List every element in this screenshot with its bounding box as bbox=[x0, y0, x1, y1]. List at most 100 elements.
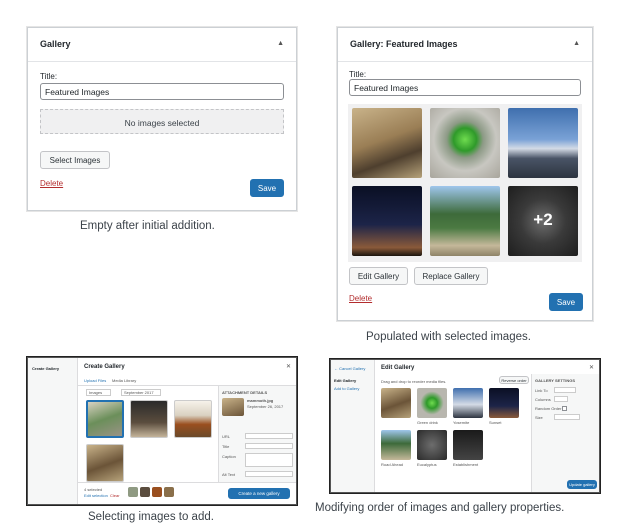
panel-header[interactable]: Gallery ▲ bbox=[28, 28, 296, 62]
gallery-thumb-bison[interactable] bbox=[381, 388, 411, 418]
thumb-caption[interactable]: Yosemite bbox=[453, 420, 469, 425]
modal-sidebar: ← Cancel Gallery Edit Gallery Add to Gal… bbox=[331, 360, 375, 492]
caption-populated: Populated with selected images. bbox=[366, 331, 531, 343]
selection-thumb-2 bbox=[140, 487, 150, 497]
sidebar-add-to-gallery[interactable]: Add to Gallery bbox=[334, 386, 359, 391]
gallery-thumb-mountain[interactable] bbox=[453, 388, 483, 418]
empty-text: No images selected bbox=[124, 118, 200, 128]
forest-road-thumbnail[interactable] bbox=[430, 186, 500, 256]
alt-text-label: Alt Text bbox=[222, 472, 236, 477]
gallery-block-populated: Gallery: Featured Images ▲ Title: Featur… bbox=[337, 27, 593, 321]
details-file-date: September 26, 2017 bbox=[247, 404, 284, 409]
orange-thumb-selected[interactable] bbox=[174, 400, 212, 438]
close-icon[interactable]: ✕ bbox=[589, 364, 594, 371]
bison-thumbnail[interactable] bbox=[352, 108, 422, 178]
size-select[interactable] bbox=[554, 414, 580, 420]
save-button[interactable]: Save bbox=[549, 293, 583, 311]
gallery-settings-panel: GALLERY SETTINGS Link To Columns Random … bbox=[531, 374, 599, 492]
bison-thumb-selected[interactable] bbox=[86, 444, 124, 482]
sidebar-edit-gallery[interactable]: Edit Gallery bbox=[334, 378, 356, 383]
caption-empty: Empty after initial addition. bbox=[80, 220, 215, 232]
selection-thumb-1 bbox=[128, 487, 138, 497]
modal-footer: 4 selected Edit selection Clear Create a… bbox=[78, 482, 296, 504]
modal-title: Create Gallery bbox=[84, 364, 125, 370]
title-label: Title: bbox=[349, 70, 367, 79]
green-drink-thumbnail[interactable] bbox=[430, 108, 500, 178]
size-label: Size bbox=[535, 415, 543, 420]
drink-thumb-selected[interactable] bbox=[86, 400, 124, 438]
url-field[interactable] bbox=[245, 433, 293, 439]
edit-gallery-button[interactable]: Edit Gallery bbox=[349, 267, 408, 285]
save-button[interactable]: Save bbox=[250, 179, 284, 197]
title-field[interactable] bbox=[245, 443, 293, 449]
sidebar-create-gallery[interactable]: Create Gallery bbox=[32, 366, 59, 371]
delete-link[interactable]: Delete bbox=[40, 179, 63, 188]
more-images-thumbnail[interactable]: +2 bbox=[508, 186, 578, 256]
update-gallery-button[interactable]: Update gallery bbox=[567, 480, 597, 489]
tab-upload-files[interactable]: Upload Files bbox=[84, 378, 106, 383]
panel-title: Gallery: Featured Images bbox=[350, 39, 458, 49]
link-to-select[interactable] bbox=[554, 387, 576, 393]
gallery-block-empty: Gallery ▲ Title: Featured Images No imag… bbox=[27, 27, 297, 211]
title-input[interactable]: Featured Images bbox=[40, 83, 284, 100]
details-heading: ATTACHMENT DETAILS bbox=[222, 390, 268, 395]
cancel-gallery-link[interactable]: ← Cancel Gallery bbox=[334, 366, 365, 371]
edit-selection-link[interactable]: Edit selection bbox=[84, 493, 108, 498]
link-to-label: Link To bbox=[535, 388, 548, 393]
title-label: Title: bbox=[40, 72, 58, 81]
mountain-thumbnail[interactable] bbox=[508, 108, 578, 178]
random-order-label: Random Order bbox=[535, 406, 562, 411]
selected-count: 4 selected bbox=[84, 487, 103, 492]
thumb-caption[interactable]: Road Ahead bbox=[381, 462, 403, 467]
caption-modifying: Modifying order of images and gallery pr… bbox=[315, 502, 565, 514]
reverse-order-button[interactable]: Reverse order bbox=[499, 376, 529, 384]
title-input[interactable]: Featured Images bbox=[349, 79, 581, 96]
settings-heading: GALLERY SETTINGS bbox=[535, 378, 576, 383]
close-icon[interactable]: ✕ bbox=[286, 363, 291, 370]
thumb-caption[interactable]: Sunset bbox=[489, 420, 501, 425]
panel-header[interactable]: Gallery: Featured Images ▲ bbox=[338, 28, 592, 62]
gallery-thumb-sunset[interactable] bbox=[489, 388, 519, 418]
title-label: Title bbox=[222, 444, 230, 449]
thumb-caption[interactable]: Eucalyptus bbox=[417, 462, 437, 467]
gallery-thumb-eucalyptus[interactable] bbox=[417, 430, 447, 460]
create-gallery-modal: Create Gallery Create Gallery ✕ Upload F… bbox=[27, 357, 297, 505]
details-file-name: mammoth.jpg bbox=[247, 398, 274, 403]
drag-hint: Drag and drop to reorder media files. bbox=[381, 379, 447, 384]
select-images-button[interactable]: Select Images bbox=[40, 151, 110, 169]
thumb-caption[interactable]: Establishment bbox=[453, 462, 478, 467]
gallery-thumb-drink[interactable] bbox=[417, 388, 447, 418]
image-grid: +2 bbox=[348, 104, 582, 262]
details-preview bbox=[222, 398, 244, 416]
collapse-icon[interactable]: ▲ bbox=[277, 40, 284, 47]
empty-dropzone: No images selected bbox=[40, 109, 284, 134]
alt-text-field[interactable] bbox=[245, 471, 293, 477]
selection-thumb-3 bbox=[152, 487, 162, 497]
random-order-checkbox[interactable] bbox=[562, 406, 567, 411]
date-filter[interactable]: September 2017 bbox=[121, 389, 161, 396]
collapse-icon[interactable]: ▲ bbox=[573, 40, 580, 47]
thumb-caption[interactable]: Green drink bbox=[417, 420, 438, 425]
panel-title: Gallery bbox=[40, 39, 71, 49]
more-count-badge: +2 bbox=[533, 210, 553, 229]
gallery-thumb-establishment[interactable] bbox=[453, 430, 483, 460]
tab-media-library[interactable]: Media Library bbox=[112, 378, 136, 383]
columns-label: Columns bbox=[535, 397, 551, 402]
night-sky-thumbnail[interactable] bbox=[352, 186, 422, 256]
modal-sidebar: Create Gallery bbox=[28, 358, 78, 504]
caption-selecting: Selecting images to add. bbox=[88, 511, 214, 523]
replace-gallery-button[interactable]: Replace Gallery bbox=[414, 267, 488, 285]
caption-label: Caption bbox=[222, 454, 236, 459]
type-filter[interactable]: Images bbox=[86, 389, 112, 396]
caption-field[interactable] bbox=[245, 453, 293, 467]
modal-title: Edit Gallery bbox=[381, 365, 415, 371]
url-label: URL bbox=[222, 434, 231, 439]
edit-gallery-modal: ← Cancel Gallery Edit Gallery Add to Gal… bbox=[330, 359, 600, 493]
dark-thumb-selected[interactable] bbox=[130, 400, 168, 438]
create-gallery-button[interactable]: Create a new gallery bbox=[228, 488, 290, 499]
selection-thumb-4 bbox=[164, 487, 174, 497]
clear-link[interactable]: Clear bbox=[110, 493, 120, 498]
columns-select[interactable] bbox=[554, 396, 568, 402]
gallery-thumb-road[interactable] bbox=[381, 430, 411, 460]
delete-link[interactable]: Delete bbox=[349, 294, 372, 303]
